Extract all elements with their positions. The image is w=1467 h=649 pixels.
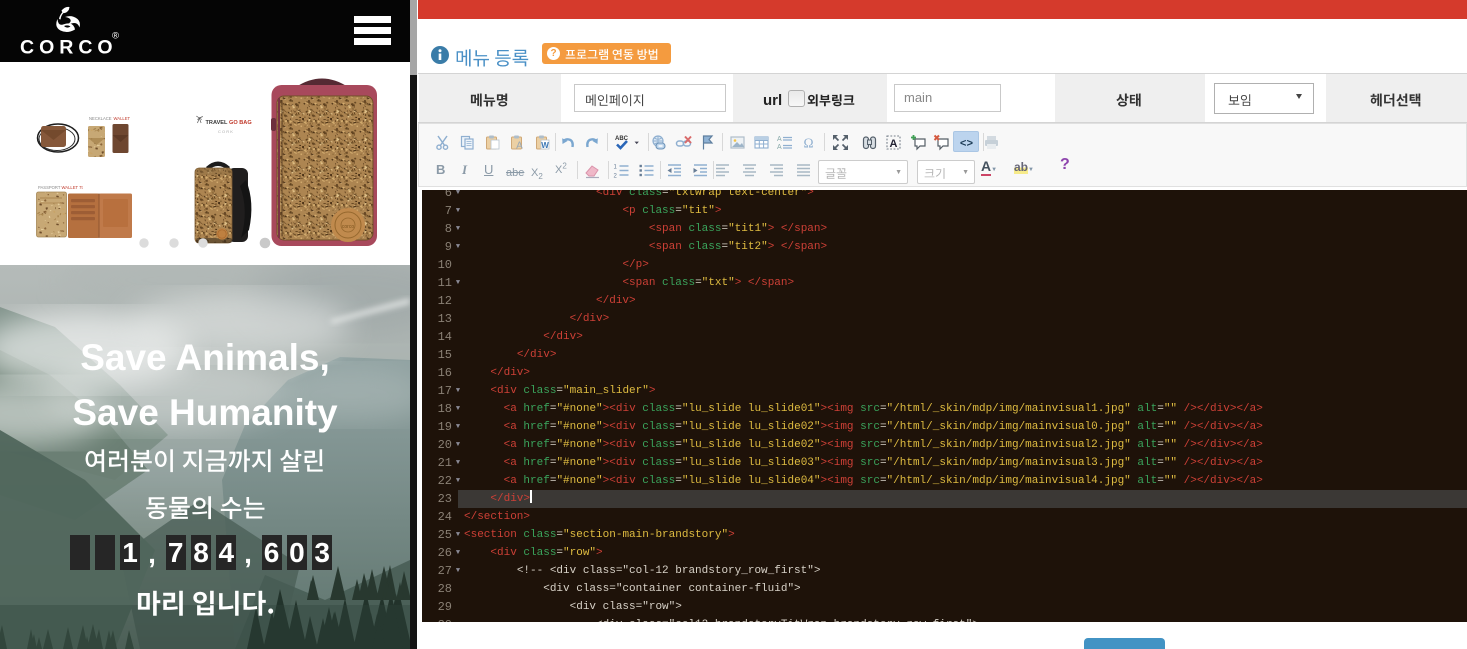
svg-text:WALLET: WALLET xyxy=(114,116,131,121)
svg-text:1: 1 xyxy=(614,165,618,171)
svg-text:GO BAG: GO BAG xyxy=(229,120,252,126)
svg-text:A: A xyxy=(777,144,782,151)
svg-text:corco: corco xyxy=(342,224,354,230)
svg-text:A: A xyxy=(777,136,782,143)
svg-text:W: W xyxy=(541,141,549,150)
svg-text:TRAVEL: TRAVEL xyxy=(206,120,229,126)
svg-text:A: A xyxy=(516,141,523,152)
svg-text:®: ® xyxy=(112,31,119,42)
svg-text:NECKLACE: NECKLACE xyxy=(89,116,112,121)
svg-text:WALLET 7t: WALLET 7t xyxy=(62,185,84,190)
svg-text:A: A xyxy=(890,138,898,150)
svg-text:C O R K: C O R K xyxy=(218,129,233,134)
svg-text:<>: <> xyxy=(960,139,974,151)
svg-text:Ω: Ω xyxy=(803,136,813,151)
svg-text:CORCO: CORCO xyxy=(20,37,118,56)
svg-text:PASSPORT: PASSPORT xyxy=(38,185,61,190)
svg-text:2: 2 xyxy=(614,174,618,180)
